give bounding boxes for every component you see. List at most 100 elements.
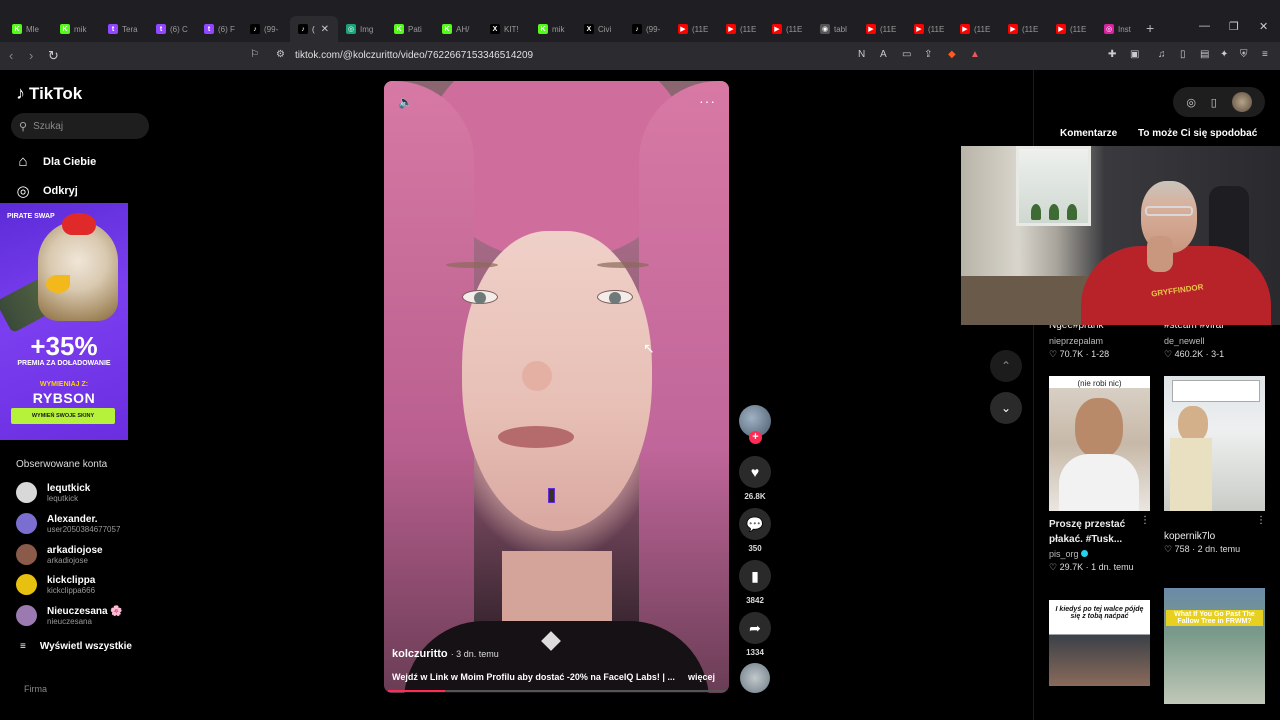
- browser-tab[interactable]: Kmik: [530, 16, 577, 42]
- followed-account[interactable]: kickclippa kickclippa666: [16, 574, 95, 595]
- tab-search-icon[interactable]: ▣: [1130, 49, 1139, 60]
- music-icon[interactable]: ♫: [1158, 49, 1166, 60]
- browser-tab[interactable]: X Civi: [576, 16, 623, 42]
- comment-icon[interactable]: 💬: [739, 508, 771, 540]
- leo-ai-icon[interactable]: ✦: [1220, 49, 1228, 60]
- video-more-link[interactable]: więcej: [688, 672, 715, 682]
- followed-account[interactable]: lequtkick lequtkick: [16, 482, 90, 503]
- share-arrow-icon[interactable]: ➦: [739, 612, 771, 644]
- browser-tab[interactable]: Kmik: [52, 16, 99, 42]
- brave-shield-icon[interactable]: ◆: [948, 49, 956, 60]
- browser-tab[interactable]: ▶ (11E: [952, 16, 999, 42]
- browser-tab[interactable]: t (6) F: [196, 16, 243, 42]
- comment-count: 350: [748, 544, 762, 553]
- compass-small-icon[interactable]: ◎: [1186, 96, 1196, 109]
- minimize-icon[interactable]: —: [1199, 20, 1210, 32]
- save-action[interactable]: ▮ 3842: [738, 560, 772, 605]
- video-author[interactable]: kolczuritto: [392, 648, 448, 660]
- search-input[interactable]: ⚲ Szukaj: [11, 113, 149, 139]
- browser-tab[interactable]: t Tera: [100, 16, 147, 42]
- vpn-icon[interactable]: ⛨: [1240, 49, 1248, 60]
- music-disc-icon[interactable]: [740, 663, 770, 693]
- browser-tab[interactable]: ◉ tabl: [812, 16, 859, 42]
- browser-tab[interactable]: t (6) C: [148, 16, 195, 42]
- followed-account[interactable]: arkadiojose arkadiojose: [16, 544, 103, 565]
- video-author-line[interactable]: kolczuritto · 3 dn. temu: [392, 648, 499, 660]
- browser-tab[interactable]: K Mle: [4, 16, 51, 42]
- rec-more-icon[interactable]: ⋮: [1140, 515, 1150, 526]
- rec-caption[interactable]: Proszę przestać płakać. #Tusk...: [1049, 517, 1139, 547]
- share-action[interactable]: ➦ 1334: [738, 612, 772, 657]
- rec-thumbnail[interactable]: (nie robi nic): [1049, 376, 1150, 511]
- nav-item-explore[interactable]: ◎ Odkryj: [15, 182, 77, 200]
- share-icon[interactable]: ⇪: [924, 49, 932, 60]
- show-all-button[interactable]: ≡ Wyświetl wszystkie: [20, 641, 132, 652]
- extensions-icon[interactable]: ✚: [1108, 49, 1116, 60]
- address-bar[interactable]: tiktok.com/@kolczuritto/video/7622667153…: [295, 50, 533, 61]
- browser-tab[interactable]: X KIT!: [482, 16, 529, 42]
- webcam-plant: [1067, 204, 1077, 220]
- browser-tab[interactable]: ◎ Img: [338, 16, 385, 42]
- nav-item-for-you[interactable]: ⌂ Dla Ciebie: [15, 153, 96, 170]
- heart-icon[interactable]: ♥: [739, 456, 771, 488]
- browser-tab[interactable]: ▶ (11E: [718, 16, 765, 42]
- footer-company-link[interactable]: Firma: [24, 684, 47, 694]
- bookmark-icon[interactable]: ⚐: [250, 49, 259, 60]
- profile-avatar[interactable]: [1231, 92, 1252, 112]
- rec-thumbnail[interactable]: [1164, 376, 1265, 511]
- rec-author[interactable]: nieprzepalam: [1049, 336, 1103, 346]
- video-player[interactable]: [384, 81, 729, 693]
- followed-account[interactable]: Alexander. user2050384677057: [16, 513, 120, 534]
- tiktok-logo[interactable]: ♪ TikTok: [16, 83, 82, 104]
- back-icon[interactable]: ‹: [9, 48, 13, 63]
- rec-author[interactable]: de_newell: [1164, 336, 1205, 346]
- browser-tab[interactable]: K AH/: [434, 16, 481, 42]
- brave-rewards-icon[interactable]: ▲: [970, 49, 980, 60]
- next-video-button[interactable]: ⌄: [990, 392, 1022, 424]
- rec-more-icon[interactable]: ⋮: [1256, 515, 1266, 526]
- rec-author[interactable]: pis_org: [1049, 549, 1088, 559]
- like-action[interactable]: ♥ 26.8K: [738, 456, 772, 501]
- browser-tab[interactable]: ▶ (11E: [1000, 16, 1047, 42]
- rec-stats: ♡ 460.2K · 3-1: [1164, 349, 1225, 359]
- follow-plus-icon[interactable]: +: [749, 431, 762, 444]
- browser-tab[interactable]: ♪ (✕: [290, 16, 338, 42]
- browser-tab[interactable]: ▶ (11E: [670, 16, 717, 42]
- browser-tab[interactable]: ▶ (11E: [1048, 16, 1095, 42]
- ad-banner[interactable]: PIRATE SWAP +35% PREMIA ZA DOŁADOWANIE W…: [0, 203, 128, 440]
- wallet-icon[interactable]: ▤: [1200, 49, 1209, 60]
- cast-icon[interactable]: ▭: [902, 49, 911, 60]
- bookmark-icon[interactable]: ▮: [739, 560, 771, 592]
- more-options-icon[interactable]: ···: [699, 93, 716, 109]
- close-window-icon[interactable]: ✕: [1259, 20, 1268, 33]
- translate-icon[interactable]: A: [880, 49, 887, 60]
- maximize-icon[interactable]: ❐: [1229, 20, 1239, 33]
- rec-thumbnail[interactable]: What If You Go Past The Fallow Tree in F…: [1164, 588, 1265, 704]
- browser-tab[interactable]: ♪ (99-: [242, 16, 289, 42]
- video-progress-bar[interactable]: [388, 690, 725, 692]
- tab-suggestions[interactable]: To może Ci się spodobać: [1138, 128, 1257, 139]
- new-tab-button[interactable]: +: [1146, 20, 1154, 36]
- tab-comments[interactable]: Komentarze: [1060, 128, 1117, 139]
- ad-cta-button[interactable]: WYMIEŃ SWOJE SKINY: [11, 408, 115, 424]
- volume-icon[interactable]: 🔈: [398, 95, 413, 109]
- browser-tab[interactable]: K Pati: [386, 16, 433, 42]
- followed-account[interactable]: Nieuczesana 🌸 nieuczesana: [16, 605, 123, 626]
- browser-tab[interactable]: ◎ Inst: [1096, 16, 1143, 42]
- browser-tab[interactable]: ▶ (11E: [858, 16, 905, 42]
- reload-icon[interactable]: ↻: [48, 48, 59, 64]
- site-info-icon[interactable]: ⚙: [276, 49, 285, 60]
- comment-action[interactable]: 💬 350: [738, 508, 772, 553]
- no-translate-icon[interactable]: N: [858, 49, 865, 60]
- previous-video-button[interactable]: ⌃: [990, 350, 1022, 382]
- rec-caption[interactable]: kopernik7lo: [1164, 531, 1215, 542]
- sidebar-icon[interactable]: ▯: [1180, 49, 1186, 60]
- rec-thumbnail[interactable]: I kiedyś po tej walce pójdę się z tobą n…: [1049, 600, 1150, 686]
- menu-icon[interactable]: ≡: [1262, 49, 1268, 60]
- browser-tab[interactable]: ♪ (99-: [624, 16, 671, 42]
- browser-tab[interactable]: ▶ (11E: [906, 16, 953, 42]
- close-tab-icon[interactable]: ✕: [321, 24, 329, 35]
- phone-icon[interactable]: ▯: [1211, 96, 1217, 109]
- forward-icon[interactable]: ›: [29, 48, 33, 63]
- browser-tab[interactable]: ▶ (11E: [764, 16, 811, 42]
